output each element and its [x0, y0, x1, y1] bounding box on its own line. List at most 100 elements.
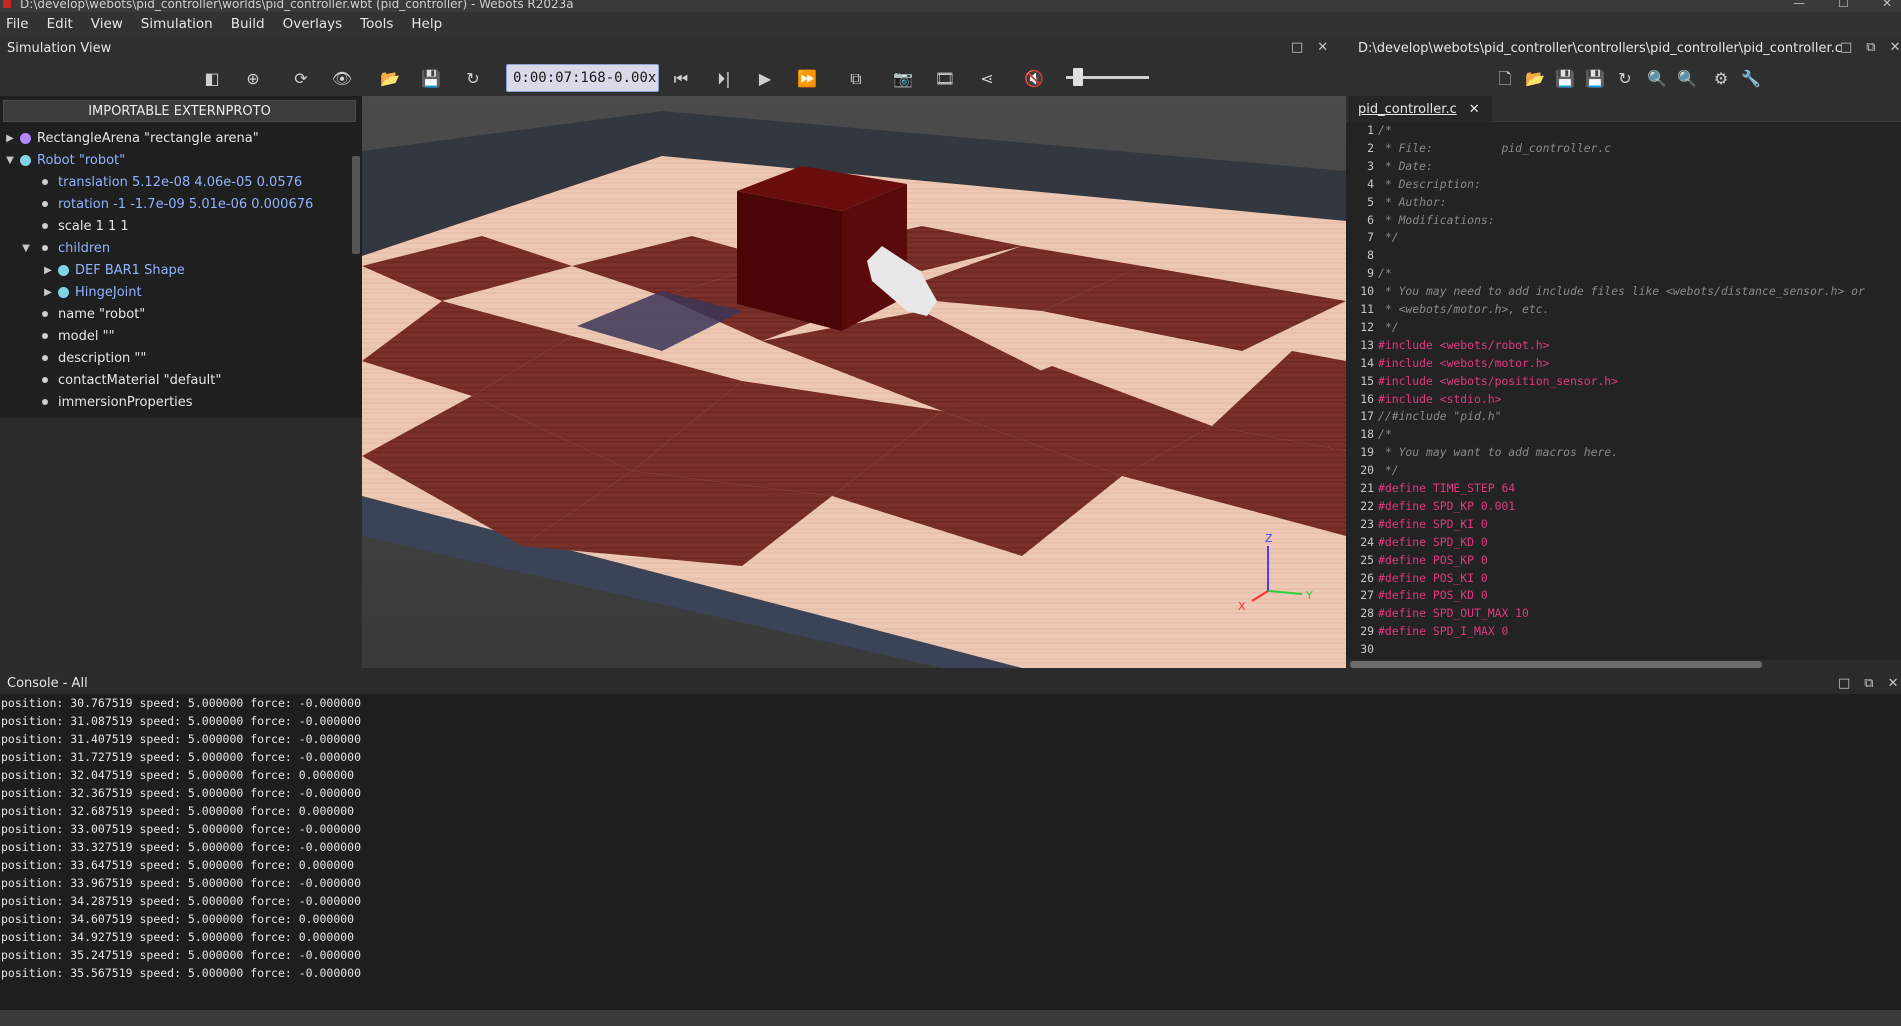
code-line[interactable]: 16 #include <stdio.h>: [1346, 390, 1501, 408]
save-file-icon[interactable]: 💾: [1554, 68, 1576, 90]
code-line[interactable]: 20 */: [1346, 461, 1398, 479]
code-line[interactable]: 26 #define POS_KI 0: [1346, 569, 1487, 587]
expand-arrow-icon[interactable]: ▶: [42, 287, 54, 298]
code-line[interactable]: 12 */: [1346, 318, 1398, 336]
code-line[interactable]: 21 #define TIME_STEP 64: [1346, 479, 1515, 497]
open-file-icon[interactable]: 📂: [1524, 68, 1546, 90]
menu-simulation[interactable]: Simulation: [141, 16, 213, 32]
tree-field-model[interactable]: model "": [36, 325, 115, 347]
minimize-icon[interactable]: —: [1793, 0, 1805, 10]
step-icon[interactable]: ⏵|: [713, 68, 735, 90]
tree-field-contact-material[interactable]: contactMaterial "default": [36, 369, 221, 391]
tree-field-description[interactable]: description "": [36, 347, 146, 369]
expand-arrow-icon[interactable]: ▶: [42, 265, 54, 276]
code-line[interactable]: 23 #define SPD_KI 0: [1346, 515, 1487, 533]
close-tab-icon[interactable]: ✕: [1469, 102, 1480, 117]
3d-viewport[interactable]: Z Y X: [362, 96, 1346, 668]
hide-scene-tree-icon[interactable]: ◧: [201, 68, 223, 90]
tree-field-immersion-properties[interactable]: immersionProperties: [36, 391, 193, 413]
float-panel-icon[interactable]: □: [1840, 40, 1852, 55]
3d-scene[interactable]: Z Y X: [362, 96, 1346, 668]
tree-node-rectangle-arena[interactable]: ▶ RectangleArena "rectangle arena": [4, 127, 259, 149]
code-line[interactable]: 8: [1346, 246, 1378, 264]
code-line[interactable]: 28 #define SPD_OUT_MAX 10: [1346, 604, 1529, 622]
code-line[interactable]: 19 * You may want to add macros here.: [1346, 443, 1618, 461]
menu-tools[interactable]: Tools: [360, 16, 393, 32]
collapse-arrow-icon[interactable]: ▼: [4, 155, 16, 166]
code-line[interactable]: 1 /*: [1346, 122, 1392, 139]
code-line[interactable]: 6 * Modifications:: [1346, 211, 1494, 229]
menu-file[interactable]: File: [6, 16, 29, 32]
expand-arrow-icon[interactable]: ▶: [4, 133, 16, 144]
importable-externproto-button[interactable]: IMPORTABLE EXTERNPROTO: [3, 100, 356, 122]
code-line[interactable]: 4 * Description:: [1346, 175, 1481, 193]
code-line[interactable]: 14 #include <webots/motor.h>: [1346, 354, 1549, 372]
close-panel-icon[interactable]: ✕: [1890, 40, 1901, 55]
tree-node-robot[interactable]: ▼ Robot "robot": [4, 149, 125, 171]
tree-node-bar1-shape[interactable]: ▶ DEF BAR1 Shape: [42, 259, 185, 281]
code-line[interactable]: 3 * Date:: [1346, 157, 1433, 175]
tab-pid-controller-c[interactable]: pid_controller.c ✕: [1348, 96, 1492, 122]
record-movie-icon[interactable]: 🎞: [934, 68, 956, 90]
code-line[interactable]: 10 * You may need to add include files l…: [1346, 282, 1865, 300]
close-panel-icon[interactable]: ✕: [1888, 676, 1899, 691]
share-icon[interactable]: ⋖: [976, 68, 998, 90]
view-eye-icon[interactable]: 👁: [331, 68, 353, 90]
menu-edit[interactable]: Edit: [47, 16, 73, 32]
code-line[interactable]: 24 #define SPD_KD 0: [1346, 533, 1487, 551]
run-icon[interactable]: ▶: [754, 68, 776, 90]
build-settings-gear-icon[interactable]: ⚙: [1710, 68, 1732, 90]
screenshot-icon[interactable]: 📷: [892, 68, 914, 90]
code-editor[interactable]: 1/* 2 * File: pid_controller.c 3 * Date: 4 …: [1346, 122, 1901, 660]
revert-icon[interactable]: ↻: [1614, 68, 1636, 90]
code-line[interactable]: 5 * Author:: [1346, 193, 1446, 211]
tree-field-name[interactable]: name "robot": [36, 303, 145, 325]
tree-node-hingejoint[interactable]: ▶ HingeJoint: [42, 281, 141, 303]
add-node-icon[interactable]: ⊕: [242, 68, 264, 90]
code-line[interactable]: 29 #define SPD_I_MAX 0: [1346, 622, 1508, 640]
code-line[interactable]: 25 #define POS_KP 0: [1346, 551, 1487, 569]
code-line[interactable]: 22 #define SPD_KP 0.001: [1346, 497, 1515, 515]
close-panel-icon[interactable]: ✕: [1317, 40, 1328, 55]
menu-view[interactable]: View: [91, 16, 123, 32]
console-output[interactable]: position: 30.767519 speed: 5.000000 forc…: [0, 694, 1901, 1010]
code-line[interactable]: 2 * File: pid_controller.c: [1346, 139, 1611, 157]
close-window-icon[interactable]: ✕: [1882, 0, 1892, 10]
volume-slider-handle[interactable]: [1073, 68, 1084, 86]
float-panel-icon[interactable]: □: [1291, 40, 1303, 55]
code-line[interactable]: 13 #include <webots/robot.h>: [1346, 336, 1549, 354]
render-toggle-icon[interactable]: ⧉: [845, 68, 867, 90]
code-line[interactable]: 27 #define POS_KD 0: [1346, 586, 1487, 604]
code-line[interactable]: 18 /*: [1346, 425, 1391, 443]
reset-viewpoint-icon[interactable]: ⟳: [290, 68, 312, 90]
new-file-icon[interactable]: 🗋: [1494, 68, 1516, 90]
code-line[interactable]: 17 //#include "pid.h": [1346, 407, 1501, 425]
find-icon[interactable]: 🔍: [1646, 68, 1668, 90]
build-wrench-icon[interactable]: 🔧: [1740, 68, 1762, 90]
code-line[interactable]: 9 /*: [1346, 264, 1392, 282]
save-world-icon[interactable]: 💾: [420, 68, 442, 90]
menu-overlays[interactable]: Overlays: [283, 16, 343, 32]
maximize-panel-icon[interactable]: ⧉: [1864, 676, 1873, 691]
save-as-icon[interactable]: 💾: [1584, 68, 1606, 90]
open-world-icon[interactable]: 📂: [379, 68, 401, 90]
tree-field-rotation[interactable]: rotation -1 -1.7e-09 5.01e-06 0.000676: [36, 193, 313, 215]
reload-world-icon[interactable]: ↻: [462, 68, 484, 90]
maximize-icon[interactable]: ☐: [1838, 0, 1849, 10]
collapse-arrow-icon[interactable]: ▼: [20, 243, 32, 254]
replace-icon[interactable]: 🔍: [1676, 68, 1698, 90]
tree-field-children[interactable]: ▼ children: [20, 237, 110, 259]
tree-field-translation[interactable]: translation 5.12e-08 4.06e-05 0.0576: [36, 171, 302, 193]
reset-simulation-icon[interactable]: ⏮: [670, 68, 692, 90]
code-line[interactable]: 7 */: [1346, 228, 1398, 246]
float-panel-icon[interactable]: □: [1838, 676, 1850, 691]
mute-icon[interactable]: 🔇: [1023, 68, 1045, 90]
menu-help[interactable]: Help: [411, 16, 442, 32]
maximize-panel-icon[interactable]: ⧉: [1866, 40, 1875, 55]
code-line[interactable]: 30: [1346, 640, 1378, 658]
tree-field-scale[interactable]: scale 1 1 1: [36, 215, 129, 237]
code-line[interactable]: 15 #include <webots/position_sensor.h>: [1346, 372, 1618, 390]
editor-hscroll-thumb[interactable]: [1350, 661, 1762, 668]
fast-forward-icon[interactable]: ⏩: [796, 68, 818, 90]
scene-tree-scrollbar[interactable]: [352, 156, 360, 254]
